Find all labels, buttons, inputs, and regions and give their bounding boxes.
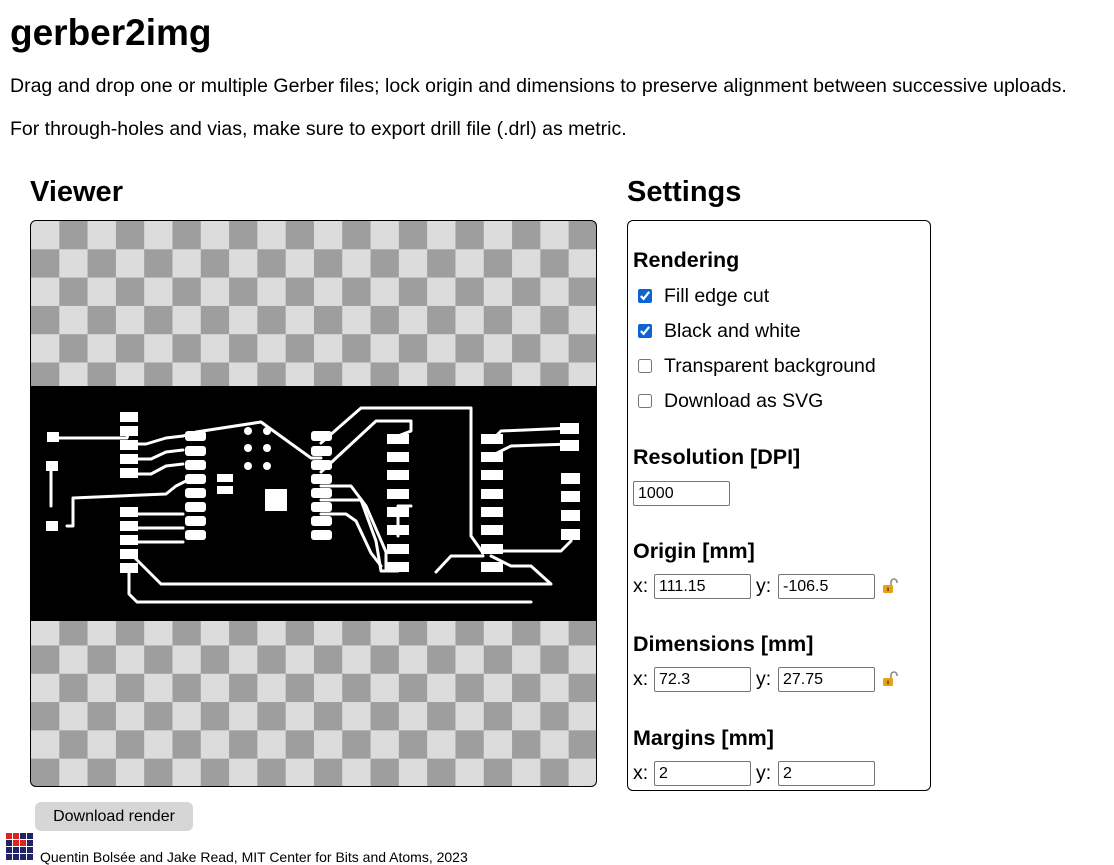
fill-edge-cut-option[interactable]: Fill edge cut: [637, 285, 769, 307]
margins-y-input[interactable]: [778, 761, 875, 786]
dimensions-heading: Dimensions [mm]: [633, 632, 814, 656]
rendering-heading: Rendering: [633, 248, 740, 272]
margins-x-input[interactable]: [654, 761, 751, 786]
dimensions-y-input[interactable]: [778, 667, 875, 692]
download-as-svg-option[interactable]: Download as SVG: [637, 390, 823, 412]
viewer-canvas[interactable]: [30, 220, 597, 787]
margins-x-label: x:: [633, 762, 649, 784]
footer-credit: Quentin Bolsée and Jake Read, MIT Center…: [40, 849, 468, 865]
black-and-white-checkbox[interactable]: [638, 324, 652, 338]
origin-y-input[interactable]: [778, 574, 875, 599]
pcb-render: [31, 386, 596, 621]
margins-heading: Margins [mm]: [633, 726, 774, 750]
origin-heading: Origin [mm]: [633, 539, 755, 563]
intro-text: Drag and drop one or multiple Gerber fil…: [10, 75, 1067, 97]
fill-edge-cut-label: Fill edge cut: [664, 284, 770, 307]
settings-heading: Settings: [627, 176, 742, 208]
transparent-background-label: Transparent background: [664, 354, 876, 377]
cba-logo-icon: [6, 833, 33, 860]
page-title: gerber2img: [10, 12, 212, 53]
resolution-heading: Resolution [DPI]: [633, 445, 801, 469]
resolution-input[interactable]: [633, 481, 730, 506]
margins-y-label: y:: [756, 762, 772, 784]
viewer-heading: Viewer: [30, 176, 123, 208]
origin-lock-open-icon[interactable]: [882, 578, 898, 594]
download-as-svg-checkbox[interactable]: [638, 394, 652, 408]
fill-edge-cut-checkbox[interactable]: [638, 289, 652, 303]
drill-note: For through-holes and vias, make sure to…: [10, 118, 627, 140]
origin-y-label: y:: [756, 575, 772, 597]
origin-x-label: x:: [633, 575, 649, 597]
transparent-background-checkbox[interactable]: [638, 359, 652, 373]
transparent-background-option[interactable]: Transparent background: [637, 355, 876, 377]
black-and-white-label: Black and white: [664, 319, 801, 342]
settings-panel: Rendering Fill edge cut Black and white …: [627, 220, 931, 791]
black-and-white-option[interactable]: Black and white: [637, 320, 801, 342]
origin-x-input[interactable]: [654, 574, 751, 599]
dimensions-lock-open-icon[interactable]: [882, 671, 898, 687]
dimensions-x-input[interactable]: [654, 667, 751, 692]
dimensions-x-label: x:: [633, 668, 649, 690]
download-as-svg-label: Download as SVG: [664, 389, 824, 412]
download-render-button[interactable]: Download render: [35, 802, 193, 831]
dimensions-y-label: y:: [756, 668, 772, 690]
